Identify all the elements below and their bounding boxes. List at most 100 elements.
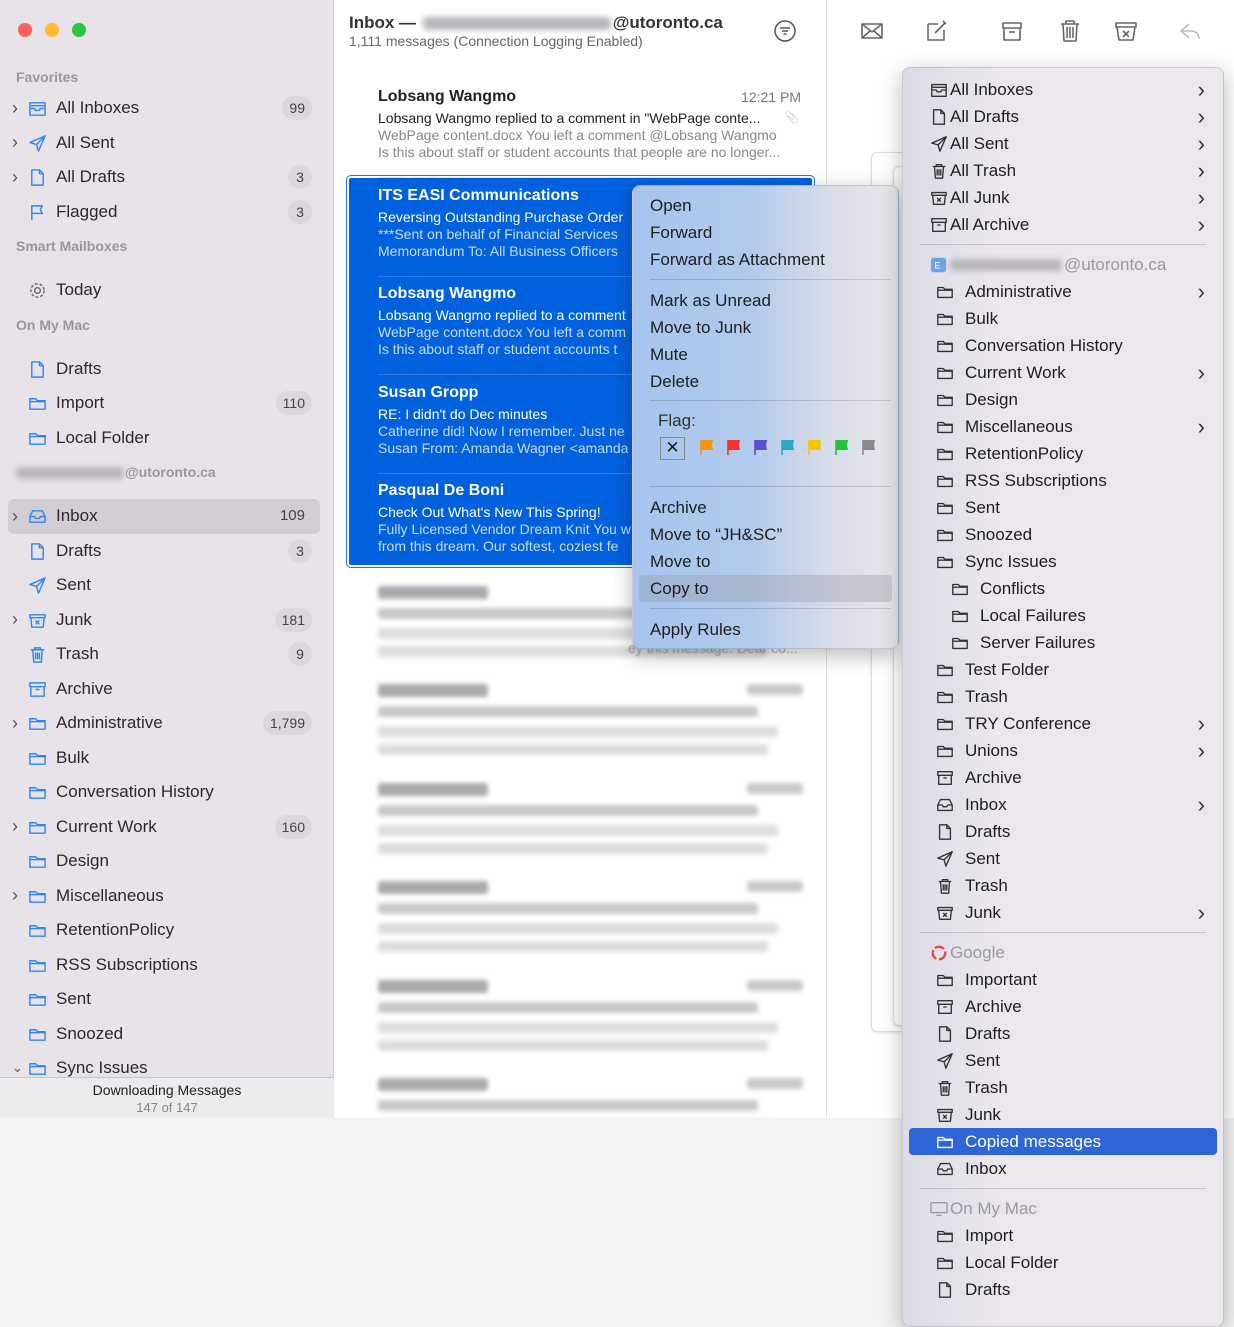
flag-color-button[interactable] [807, 439, 823, 455]
sidebar-item-inbox[interactable]: › Inbox 109 [8, 499, 320, 534]
submenu-item-import[interactable]: Import [909, 1222, 1217, 1249]
sidebar-item-all-sent[interactable]: › All Sent [8, 126, 320, 161]
blurred-message-row[interactable] [378, 1072, 803, 1118]
submenu-item-unions[interactable]: Unions › [909, 737, 1217, 764]
close-window-button[interactable] [18, 23, 32, 37]
chevron-right-icon[interactable]: › [12, 167, 24, 188]
submenu-item-sent[interactable]: Sent [909, 845, 1217, 872]
sidebar-item-all-drafts[interactable]: › All Drafts 3 [8, 160, 320, 195]
submenu-item-miscellaneous[interactable]: Miscellaneous › [909, 413, 1217, 440]
sidebar-item-flagged[interactable]: Flagged 3 [8, 195, 320, 230]
submenu-item-all-archive[interactable]: All Archive › [909, 211, 1217, 238]
submenu-item-snoozed[interactable]: Snoozed [909, 521, 1217, 548]
sidebar-item-sent[interactable]: Sent [8, 982, 320, 1017]
submenu-item-server-failures[interactable]: Server Failures [909, 629, 1217, 656]
menu-item-archive[interactable]: Archive [639, 494, 892, 521]
clear-flag-button[interactable]: ✕ [660, 437, 685, 460]
sidebar-item-today[interactable]: Today [8, 273, 320, 308]
submenu-item-all-trash[interactable]: All Trash › [909, 157, 1217, 184]
menu-item-forward-as-attachment[interactable]: Forward as Attachment [639, 246, 892, 273]
sidebar-item-drafts[interactable]: Drafts 3 [8, 534, 320, 569]
sidebar-item-import[interactable]: Import 110 [8, 386, 320, 421]
submenu-item-sent[interactable]: Sent [909, 494, 1217, 521]
chevron-right-icon[interactable]: › [12, 816, 24, 837]
menu-item-open[interactable]: Open [639, 192, 892, 219]
sidebar-item-sent[interactable]: Sent [8, 568, 320, 603]
flag-color-button[interactable] [780, 439, 796, 455]
submenu-item-trash[interactable]: Trash [909, 872, 1217, 899]
submenu-item-archive[interactable]: Archive [909, 993, 1217, 1020]
chevron-right-icon[interactable]: › [12, 98, 24, 119]
reply-icon[interactable] [1177, 18, 1203, 44]
menu-item-move-to[interactable]: Move to [639, 548, 892, 575]
sidebar-item-bulk[interactable]: Bulk [8, 741, 320, 776]
sidebar-item-retentionpolicy[interactable]: RetentionPolicy [8, 913, 320, 948]
trash-icon[interactable] [1057, 18, 1083, 44]
zoom-window-button[interactable] [72, 23, 86, 37]
menu-item-forward[interactable]: Forward [639, 219, 892, 246]
submenu-item-rss-subscriptions[interactable]: RSS Subscriptions [909, 467, 1217, 494]
sidebar-item-junk[interactable]: › Junk 181 [8, 603, 320, 638]
sidebar-item-all-inboxes[interactable]: › All Inboxes 99 [8, 91, 320, 126]
submenu-item-design[interactable]: Design [909, 386, 1217, 413]
submenu-item-local-failures[interactable]: Local Failures [909, 602, 1217, 629]
submenu-item-drafts[interactable]: Drafts [909, 1020, 1217, 1047]
submenu-item-try-conference[interactable]: TRY Conference › [909, 710, 1217, 737]
chevron-right-icon[interactable]: › [12, 885, 24, 906]
flag-color-button[interactable] [699, 439, 715, 455]
flag-color-button[interactable] [753, 439, 769, 455]
minimize-window-button[interactable] [45, 23, 59, 37]
junk-icon[interactable] [1113, 18, 1139, 44]
submenu-item-bulk[interactable]: Bulk [909, 305, 1217, 332]
menu-item-move-to-junk[interactable]: Move to Junk [639, 314, 892, 341]
sidebar-item-drafts[interactable]: Drafts [8, 352, 320, 387]
chevron-right-icon[interactable]: › [12, 609, 24, 630]
sidebar-item-snoozed[interactable]: Snoozed [8, 1017, 320, 1052]
submenu-item-drafts[interactable]: Drafts [909, 818, 1217, 845]
submenu-item-inbox[interactable]: Inbox › [909, 791, 1217, 818]
message-row[interactable]: Lobsang Wangmo 12:21 PM Lobsang Wangmo rep… [348, 80, 813, 178]
submenu-item-test-folder[interactable]: Test Folder [909, 656, 1217, 683]
sidebar-item-rss-subscriptions[interactable]: RSS Subscriptions [8, 948, 320, 983]
sidebar-item-design[interactable]: Design [8, 844, 320, 879]
submenu-item-current-work[interactable]: Current Work › [909, 359, 1217, 386]
flag-color-button[interactable] [834, 439, 850, 455]
sidebar-item-current-work[interactable]: › Current Work 160 [8, 810, 320, 845]
submenu-item-retentionpolicy[interactable]: RetentionPolicy [909, 440, 1217, 467]
menu-item-delete[interactable]: Delete [639, 368, 892, 395]
sidebar-item-miscellaneous[interactable]: › Miscellaneous [8, 879, 320, 914]
filter-icon[interactable] [774, 20, 796, 42]
submenu-item-all-sent[interactable]: All Sent › [909, 130, 1217, 157]
chevron-right-icon[interactable]: › [12, 506, 24, 527]
menu-item-apply-rules[interactable]: Apply Rules [639, 616, 892, 643]
blurred-message-row[interactable] [378, 875, 803, 973]
sidebar-item-conversation-history[interactable]: Conversation History [8, 775, 320, 810]
submenu-item-copied-messages[interactable]: Copied messages [909, 1127, 1217, 1155]
flag-color-button[interactable] [861, 439, 877, 455]
compose-icon[interactable] [924, 18, 950, 44]
sidebar-item-local-folder[interactable]: Local Folder [8, 421, 320, 456]
submenu-item-conflicts[interactable]: Conflicts [909, 575, 1217, 602]
blurred-message-row[interactable] [378, 678, 803, 776]
menu-item-copy-to[interactable]: Copy to [639, 575, 892, 602]
submenu-item-sync-issues[interactable]: Sync Issues [909, 548, 1217, 575]
flag-color-button[interactable] [726, 439, 742, 455]
submenu-item-sent[interactable]: Sent [909, 1047, 1217, 1074]
submenu-item-all-junk[interactable]: All Junk › [909, 184, 1217, 211]
submenu-item-conversation-history[interactable]: Conversation History [909, 332, 1217, 359]
submenu-item-junk[interactable]: Junk [909, 1101, 1217, 1128]
submenu-item-trash[interactable]: Trash [909, 1074, 1217, 1101]
chevron-right-icon[interactable]: › [12, 132, 24, 153]
blurred-message-row[interactable] [378, 974, 803, 1072]
submenu-item-junk[interactable]: Junk › [909, 899, 1217, 926]
submenu-item-administrative[interactable]: Administrative › [909, 278, 1217, 305]
submenu-item-archive[interactable]: Archive [909, 764, 1217, 791]
sidebar-item-administrative[interactable]: › Administrative 1,799 [8, 706, 320, 741]
submenu-item-all-drafts[interactable]: All Drafts › [909, 103, 1217, 130]
chevron-right-icon[interactable]: › [12, 713, 24, 734]
submenu-item-local-folder[interactable]: Local Folder [909, 1249, 1217, 1276]
sidebar-item-archive[interactable]: Archive [8, 672, 320, 707]
menu-item-move-to-jh-sc[interactable]: Move to “JH&SC” [639, 521, 892, 548]
menu-item-mark-as-unread[interactable]: Mark as Unread [639, 287, 892, 314]
submenu-item-inbox[interactable]: Inbox [909, 1155, 1217, 1182]
